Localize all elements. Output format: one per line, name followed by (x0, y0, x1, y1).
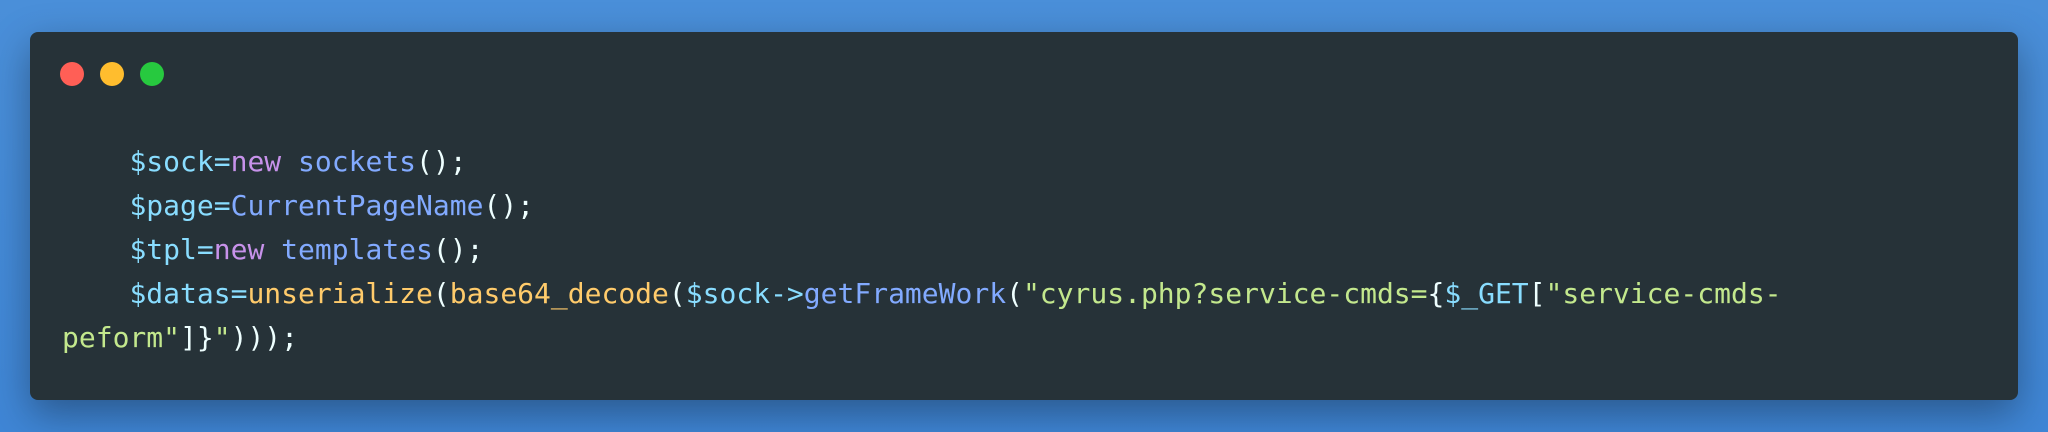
code-token: { (1427, 277, 1445, 310)
code-token: sockets (298, 145, 417, 178)
code-token: $datas (129, 277, 231, 310)
code-token: ( (432, 277, 450, 310)
code-token: (); (416, 145, 467, 178)
code-token: $tpl (129, 233, 197, 266)
code-token: = (196, 233, 214, 266)
code-line: $page=CurrentPageName(); (62, 184, 1992, 228)
code-token: = (213, 145, 231, 178)
close-window-button[interactable] (60, 62, 84, 86)
maximize-window-button[interactable] (140, 62, 164, 86)
window-titlebar (60, 62, 164, 86)
code-block: $sock=new sockets(); $page=CurrentPageNa… (62, 140, 1992, 360)
minimize-window-button[interactable] (100, 62, 124, 86)
code-token: = (230, 277, 248, 310)
code-token: peform" (62, 321, 181, 354)
code-token: " (213, 321, 231, 354)
code-token: [ (1528, 277, 1546, 310)
code-token: new (230, 145, 282, 178)
code-token: ]} (180, 321, 214, 354)
code-line: $sock=new sockets(); (62, 140, 1992, 184)
code-token: $sock (129, 145, 214, 178)
code-token: "service-cmds- (1545, 277, 1782, 310)
code-token: getFrameWork (803, 277, 1007, 310)
code-token: (); (483, 189, 535, 222)
code-token: templates (281, 233, 433, 266)
code-token: unserialize (247, 277, 433, 310)
code-token: base64_decode (449, 277, 669, 310)
code-token: $page (129, 189, 214, 222)
code-line: $datas=unserialize(base64_decode($sock->… (62, 272, 1992, 316)
code-token: ( (1006, 277, 1023, 310)
code-token: ))); (230, 321, 299, 354)
code-line: peform"]}"))); (62, 316, 1992, 360)
code-token: (); (432, 233, 484, 266)
code-token: new (213, 233, 265, 266)
code-token: $sock (685, 277, 771, 310)
code-line: $tpl=new templates(); (62, 228, 1992, 272)
code-token: = (213, 189, 231, 222)
code-token: CurrentPageName (230, 189, 484, 222)
code-window: $sock=new sockets(); $page=CurrentPageNa… (30, 32, 2018, 400)
code-token: "cyrus.php?service-cmds= (1022, 277, 1428, 310)
code-token: $_GET (1444, 277, 1529, 310)
code-token: ( (668, 277, 686, 310)
code-token: -> (770, 277, 804, 310)
